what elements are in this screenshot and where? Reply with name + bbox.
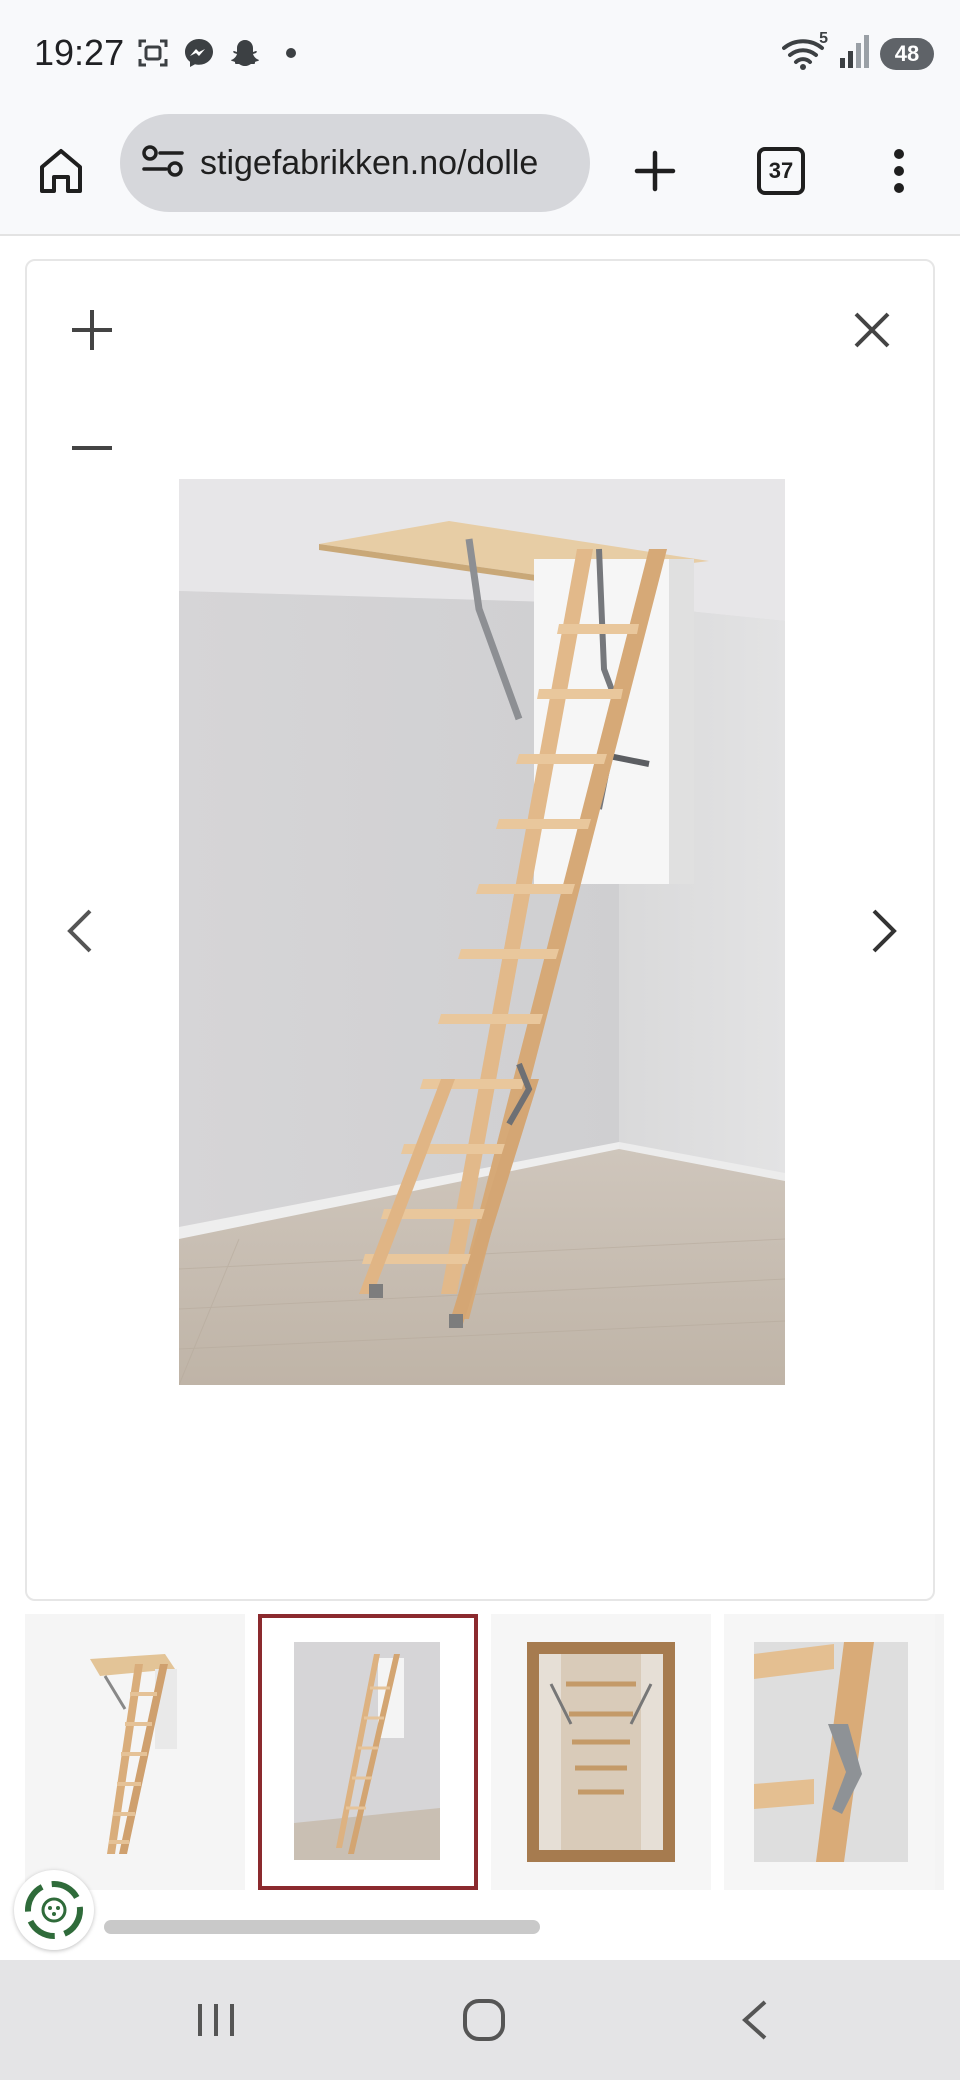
- thumbnail-3[interactable]: [491, 1614, 711, 1890]
- zoom-out-icon[interactable]: [57, 413, 127, 483]
- signal-icon: [838, 34, 870, 73]
- new-tab-icon[interactable]: [620, 136, 690, 206]
- status-time: 19:27: [34, 32, 125, 73]
- back-icon[interactable]: [714, 1990, 794, 2050]
- battery-indicator: 48: [880, 37, 934, 70]
- notification-icons: [136, 36, 308, 70]
- thumbnail-1[interactable]: [25, 1614, 245, 1890]
- thumbnail-scrollbar[interactable]: [104, 1920, 540, 1934]
- home-nav-icon[interactable]: [444, 1990, 524, 2050]
- url-text: stigefabrikken.no/dolle: [200, 143, 539, 182]
- status-bar: 19:27 5 48: [0, 0, 960, 110]
- product-image: [179, 479, 785, 1385]
- home-icon[interactable]: [26, 136, 96, 206]
- snapchat-icon: [228, 36, 262, 70]
- site-settings-icon[interactable]: [142, 144, 184, 183]
- thumbnail-2[interactable]: [258, 1614, 478, 1890]
- address-bar[interactable]: stigefabrikken.no/dolle: [120, 114, 590, 212]
- tabs-icon[interactable]: 37: [746, 136, 816, 206]
- thumbnail-4[interactable]: [724, 1614, 944, 1890]
- status-right: 5 48: [782, 30, 934, 73]
- system-nav-bar: [0, 1960, 960, 2080]
- messenger-icon: [182, 36, 216, 70]
- browser-toolbar: stigefabrikken.no/dolle 37: [0, 110, 960, 236]
- next-icon[interactable]: [859, 891, 909, 971]
- more-icon[interactable]: [864, 136, 934, 206]
- recents-icon[interactable]: [176, 1990, 256, 2050]
- screenshot-icon: [136, 36, 170, 70]
- close-icon[interactable]: [837, 295, 907, 365]
- wifi-badge: 5: [819, 29, 828, 47]
- thumbnail-strip: [25, 1614, 944, 1892]
- wifi-icon: 5: [782, 30, 828, 72]
- prev-icon[interactable]: [55, 891, 105, 971]
- image-viewer: [25, 259, 935, 1601]
- recycling-badge-icon[interactable]: [14, 1870, 94, 1950]
- zoom-in-icon[interactable]: [57, 295, 127, 365]
- dot-icon: [274, 36, 308, 70]
- tab-count: 37: [757, 147, 805, 195]
